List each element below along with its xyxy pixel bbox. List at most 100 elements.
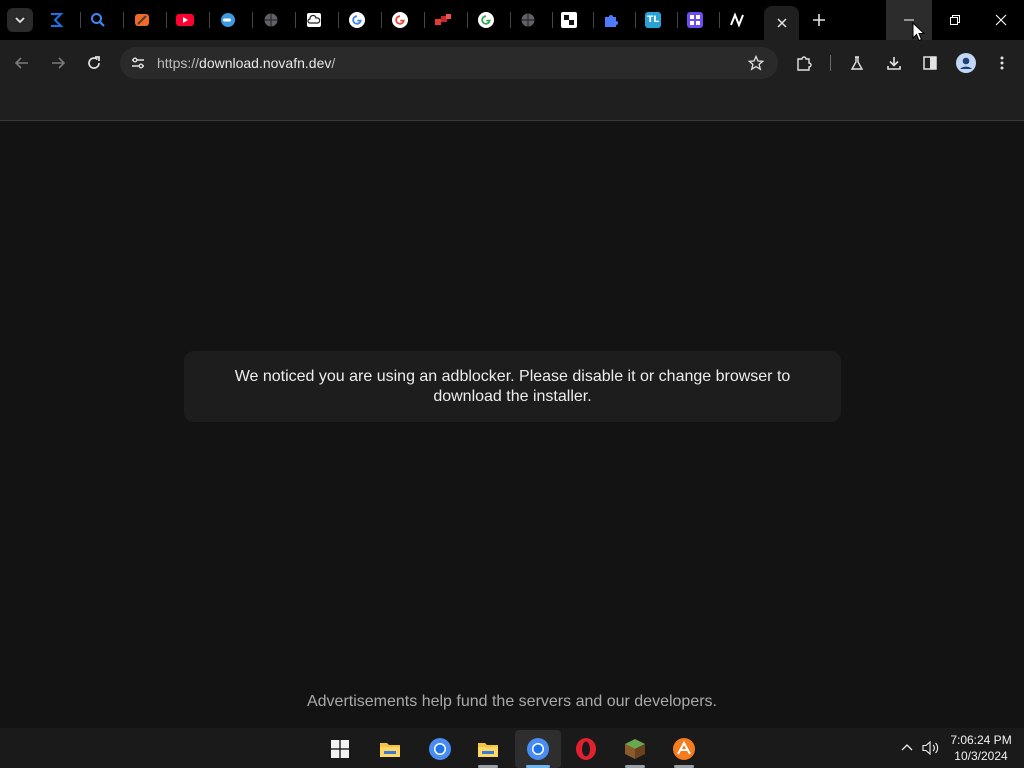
tab-tl[interactable]: TL	[639, 6, 667, 34]
taskbar-chrome-active[interactable]	[515, 730, 561, 768]
tune-icon	[132, 57, 144, 69]
ads-footer-text: Advertisements help fund the servers and…	[306, 693, 717, 710]
url-text[interactable]: https://download.novafn.dev/	[157, 55, 335, 71]
profile-button[interactable]	[952, 49, 980, 77]
folder-icon	[380, 743, 400, 757]
tab-cloud[interactable]	[300, 6, 328, 34]
downloads-button[interactable]	[880, 49, 908, 77]
orange-app-icon	[673, 738, 695, 760]
globe-icon	[521, 13, 535, 27]
tab-strip: TL	[0, 0, 1024, 40]
taskbar-minecraft[interactable]	[612, 730, 658, 768]
extensions-button[interactable]	[790, 49, 818, 77]
bookmarks-bar	[0, 86, 1024, 121]
close-icon[interactable]	[776, 17, 788, 29]
colorful-art-icon	[135, 14, 149, 26]
reload-button[interactable]	[80, 49, 108, 77]
side-panel-icon	[923, 56, 937, 70]
tab-google-3[interactable]	[472, 6, 500, 34]
tab-red-shapes[interactable]	[429, 6, 457, 34]
close-window-button[interactable]	[978, 0, 1024, 40]
tl-logo-icon: TL	[645, 12, 661, 28]
taskbar-file-explorer-2[interactable]	[465, 730, 511, 768]
taskbar-opera[interactable]	[563, 730, 609, 768]
puzzle-icon	[797, 56, 812, 71]
purple-grid-icon	[687, 12, 703, 28]
tab-nova[interactable]	[723, 6, 751, 34]
plus-icon	[813, 14, 825, 26]
url-host: download.novafn.dev	[199, 55, 332, 71]
tab-purple[interactable]	[681, 6, 709, 34]
toolbar-divider	[830, 55, 831, 71]
speaker-icon	[922, 740, 939, 756]
tab-google-1[interactable]	[343, 6, 371, 34]
volume-button[interactable]	[920, 738, 942, 758]
shield-logo-icon	[561, 12, 577, 28]
back-button[interactable]	[8, 49, 36, 77]
url-scheme: https://	[157, 55, 200, 71]
tab-search[interactable]	[84, 6, 112, 34]
taskbar-chrome[interactable]	[417, 730, 463, 768]
chrome-icon	[527, 738, 549, 760]
windows-icon	[331, 740, 349, 758]
hourglass-sigma-icon	[51, 13, 64, 27]
tab-youtube[interactable]	[171, 6, 199, 34]
google-icon	[392, 12, 408, 28]
bookmark-star-button[interactable]	[744, 51, 768, 75]
folder-icon	[478, 743, 498, 757]
minecraft-block-icon	[625, 739, 645, 759]
tab-art[interactable]	[128, 6, 156, 34]
browser-toolbar: https://download.novafn.dev/	[0, 40, 1024, 86]
tab-search-button[interactable]	[7, 8, 33, 32]
site-settings-button[interactable]	[126, 51, 150, 75]
side-panel-button[interactable]	[916, 49, 944, 77]
extension-puzzle-icon	[605, 15, 618, 27]
tab-active[interactable]	[764, 6, 799, 40]
tab-globe-2[interactable]	[514, 6, 542, 34]
chevron-up-icon	[901, 744, 913, 751]
reload-icon	[88, 56, 100, 69]
google-icon	[478, 12, 494, 28]
url-path: /	[331, 55, 336, 71]
adblock-notice: We noticed you are using an adblocker. P…	[184, 351, 841, 422]
labs-button[interactable]	[843, 49, 871, 77]
tab-sigma[interactable]	[42, 6, 70, 34]
nova-logo-icon	[730, 12, 744, 28]
system-clock[interactable]: 7:06:24 PM 10/3/2024	[944, 732, 1018, 764]
clock-time: 7:06:24 PM	[950, 733, 1012, 747]
clock-date: 10/3/2024	[954, 749, 1008, 763]
tab-blue[interactable]	[214, 6, 242, 34]
forward-button[interactable]	[44, 49, 72, 77]
restore-icon	[950, 15, 960, 25]
address-bar[interactable]: https://download.novafn.dev/	[120, 47, 778, 79]
blue-pill-icon	[221, 13, 235, 27]
search-magnifier-icon	[91, 13, 105, 27]
google-icon	[349, 12, 365, 28]
tray-overflow-button[interactable]	[898, 738, 916, 758]
red-shapes-icon	[435, 14, 451, 25]
menu-button[interactable]	[988, 49, 1016, 77]
star-icon	[748, 55, 764, 71]
new-tab-button[interactable]	[807, 8, 831, 32]
chrome-icon	[429, 738, 451, 760]
tab-extension[interactable]	[597, 6, 625, 34]
more-vert-icon	[1000, 56, 1004, 70]
close-icon	[995, 14, 1007, 26]
tab-shield[interactable]	[555, 6, 583, 34]
tab-globe-1[interactable]	[257, 6, 285, 34]
start-button[interactable]	[317, 730, 363, 768]
opera-icon	[576, 738, 596, 760]
globe-icon	[264, 13, 278, 27]
taskbar-orange-app[interactable]	[661, 730, 707, 768]
chevron-down-icon	[15, 17, 25, 24]
download-icon	[887, 57, 901, 70]
youtube-icon	[176, 14, 194, 26]
taskbar: 7:06:24 PM 10/3/2024	[0, 728, 1024, 768]
taskbar-file-explorer[interactable]	[367, 730, 413, 768]
cloud-icon	[307, 13, 321, 27]
flask-icon	[850, 56, 864, 70]
tab-google-2[interactable]	[386, 6, 414, 34]
adblock-notice-text: We noticed you are using an adblocker. P…	[234, 367, 791, 405]
avatar-icon	[956, 53, 976, 73]
restore-button[interactable]	[932, 0, 978, 40]
